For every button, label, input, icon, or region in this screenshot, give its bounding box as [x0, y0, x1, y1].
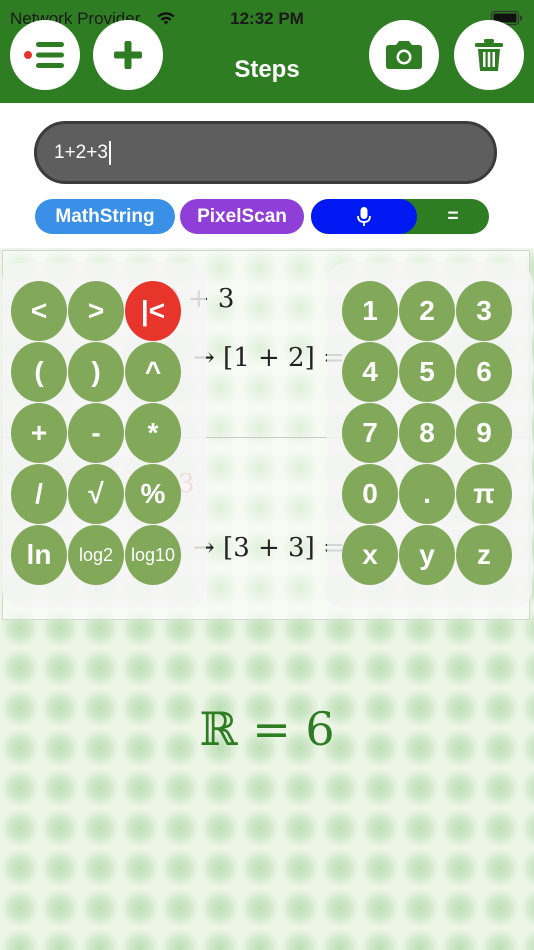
key-7[interactable]: 7 — [342, 403, 398, 463]
key-power[interactable]: ^ — [125, 342, 181, 402]
key-close-paren[interactable]: ) — [68, 342, 124, 402]
key-2[interactable]: 2 — [399, 281, 455, 341]
key-9[interactable]: 9 — [456, 403, 512, 463]
key-minus[interactable]: - — [68, 403, 124, 463]
pixelscan-button[interactable]: PixelScan — [180, 199, 304, 234]
key-plus[interactable]: + — [11, 403, 67, 463]
key-6[interactable]: 6 — [456, 342, 512, 402]
key-z[interactable]: z — [456, 525, 512, 585]
key-cursor-start[interactable]: |< — [125, 281, 181, 341]
key-pi[interactable]: π — [456, 464, 512, 524]
key-sqrt[interactable]: √ — [68, 464, 124, 524]
key-x[interactable]: x — [342, 525, 398, 585]
result-display: ℝ = 6 — [199, 702, 335, 756]
key-log10[interactable]: log10 — [125, 525, 181, 585]
key-open-paren[interactable]: ( — [11, 342, 67, 402]
key-greater-than[interactable]: > — [68, 281, 124, 341]
key-1[interactable]: 1 — [342, 281, 398, 341]
camera-icon — [386, 41, 422, 69]
mathstring-button[interactable]: MathString — [35, 199, 175, 234]
voice-toggle[interactable]: = — [311, 199, 489, 234]
key-4[interactable]: 4 — [342, 342, 398, 402]
operator-keypad: < > |< ( ) ^ + - * / √ % ln log2 log10 — [2, 263, 206, 608]
key-percent[interactable]: % — [125, 464, 181, 524]
camera-button[interactable] — [369, 20, 439, 90]
key-multiply[interactable]: * — [125, 403, 181, 463]
expression-text: 1+2+3 — [54, 141, 108, 163]
voice-toggle-knob — [311, 199, 417, 234]
trash-icon — [475, 39, 503, 71]
status-bar: Network Provider 12:32 PM — [0, 0, 534, 34]
key-decimal[interactable]: . — [399, 464, 455, 524]
status-time: 12:32 PM — [230, 9, 304, 28]
number-keypad: 1 2 3 4 5 6 7 8 9 0 . π x y z — [327, 263, 532, 608]
text-caret — [108, 140, 111, 165]
key-divide[interactable]: / — [11, 464, 67, 524]
delete-button[interactable] — [454, 20, 524, 90]
key-ln[interactable]: ln — [11, 525, 67, 585]
expression-input[interactable]: 1+2+3 — [34, 121, 497, 184]
key-5[interactable]: 5 — [399, 342, 455, 402]
key-3[interactable]: 3 — [456, 281, 512, 341]
key-log2[interactable]: log2 — [68, 525, 124, 585]
key-8[interactable]: 8 — [399, 403, 455, 463]
app-header: Network Provider 12:32 PM Steps — [0, 0, 534, 103]
microphone-icon — [357, 206, 371, 226]
equals-label: = — [447, 206, 459, 227]
key-less-than[interactable]: < — [11, 281, 67, 341]
key-y[interactable]: y — [399, 525, 455, 585]
key-0[interactable]: 0 — [342, 464, 398, 524]
